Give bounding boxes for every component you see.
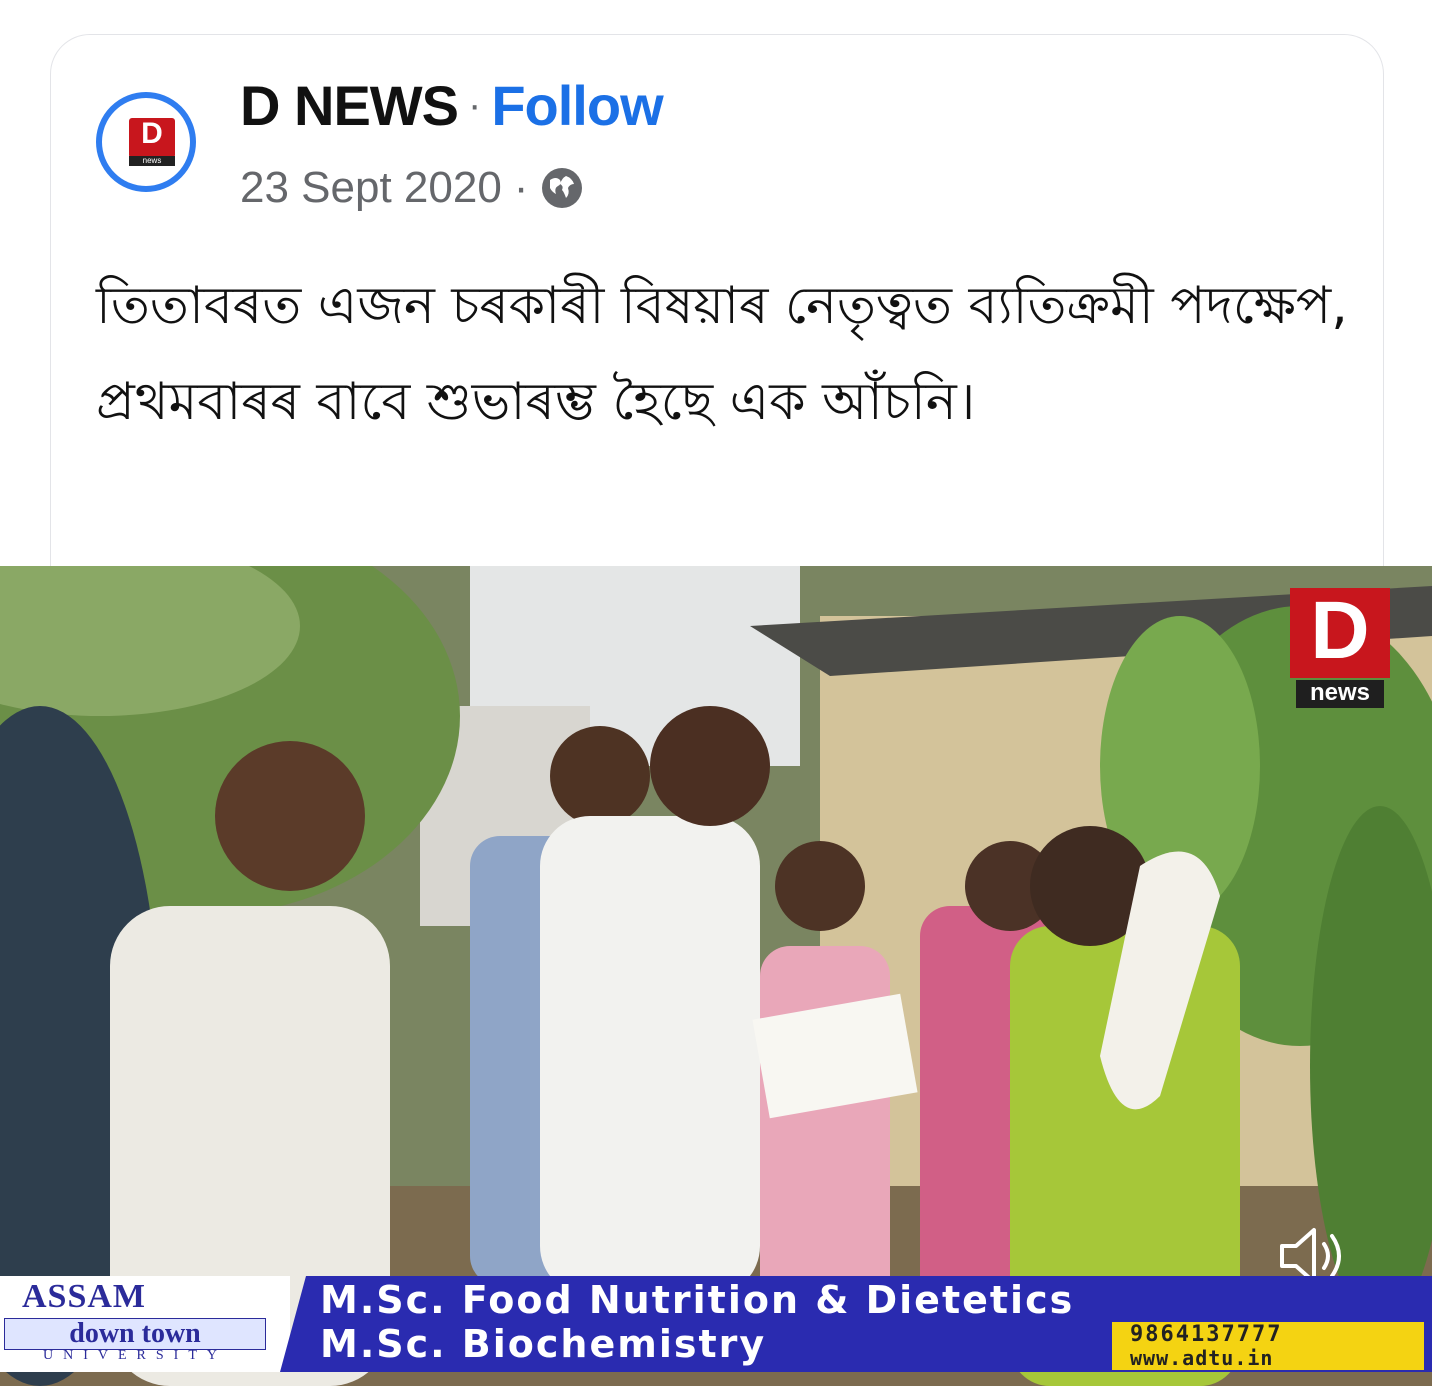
university-logo-line1: ASSAM [22, 1278, 147, 1315]
post-date[interactable]: 23 Sept 2020 [240, 163, 502, 213]
avatar-logo-sub: news [129, 156, 175, 166]
page-avatar[interactable]: D news [96, 92, 196, 192]
watermark-logo-sub: news [1296, 680, 1384, 708]
date-separator: · [513, 163, 529, 212]
ticker-phone: 9864137777 [1130, 1322, 1283, 1347]
post-meta: 23 Sept 2020 · [240, 160, 584, 216]
post-video[interactable] [0, 566, 1432, 1386]
follow-button[interactable]: Follow [491, 73, 663, 138]
university-logo: ASSAM down town UNIVERSITY [0, 1276, 290, 1372]
avatar-logo: D [129, 118, 175, 158]
name-separator: · [468, 82, 482, 127]
globe-icon [542, 168, 583, 208]
ticker-line-1: M.Sc. Food Nutrition & Dietetics [320, 1278, 1075, 1322]
page-name[interactable]: D NEWS [240, 73, 459, 138]
ticker-website: www.adtu.in [1130, 1346, 1274, 1370]
university-logo-line3: UNIVERSITY [43, 1348, 227, 1363]
ticker-band: M.Sc. Food Nutrition & Dietetics M.Sc. B… [280, 1276, 1432, 1372]
video-frame-image [0, 566, 1432, 1386]
news-watermark-logo: D news [1290, 588, 1390, 708]
ticker-contact: 9864137777 www.adtu.in [1112, 1322, 1424, 1370]
watermark-logo-letter: D [1290, 588, 1390, 678]
university-logo-line2: down town [4, 1318, 266, 1350]
ad-ticker: ASSAM down town UNIVERSITY M.Sc. Food Nu… [0, 1276, 1432, 1372]
post-header: D NEWS · Follow [240, 70, 664, 140]
post-text: তিতাবৰত এজন চৰকাৰী বিষয়াৰ নেতৃত্বত ব্যত… [96, 276, 1348, 432]
ticker-line-2: M.Sc. Biochemistry [320, 1322, 767, 1366]
